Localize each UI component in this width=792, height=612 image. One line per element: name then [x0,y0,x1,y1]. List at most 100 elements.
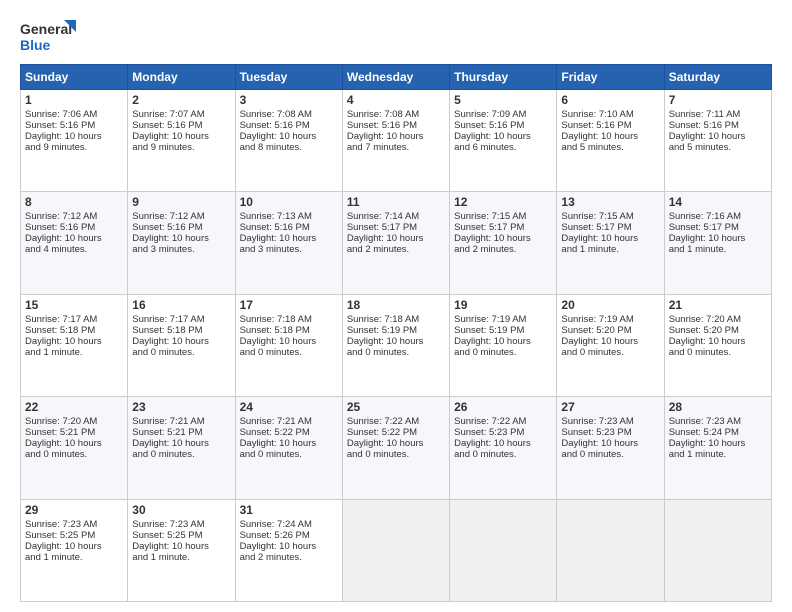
day-info-line: and 1 minute. [132,552,230,563]
day-info-line: Sunset: 5:19 PM [454,325,552,336]
calendar-cell: 1Sunrise: 7:06 AMSunset: 5:16 PMDaylight… [21,90,128,192]
day-info-line: and 9 minutes. [25,142,123,153]
day-info-line: and 4 minutes. [25,244,123,255]
day-info-line: and 3 minutes. [132,244,230,255]
day-info-line: Sunset: 5:16 PM [454,120,552,131]
day-info-line: and 5 minutes. [669,142,767,153]
day-info-line: Daylight: 10 hours [454,438,552,449]
calendar-header-row: SundayMondayTuesdayWednesdayThursdayFrid… [21,65,772,90]
day-info-line: Sunset: 5:23 PM [561,427,659,438]
day-number: 8 [25,195,123,209]
day-info-line: and 0 minutes. [25,449,123,460]
day-info-line: Sunrise: 7:18 AM [240,314,338,325]
day-number: 24 [240,400,338,414]
day-header-monday: Monday [128,65,235,90]
day-info-line: and 8 minutes. [240,142,338,153]
day-info-line: Sunset: 5:23 PM [454,427,552,438]
day-header-tuesday: Tuesday [235,65,342,90]
day-info-line: Sunset: 5:16 PM [347,120,445,131]
day-info-line: Sunrise: 7:22 AM [454,416,552,427]
day-info-line: Sunrise: 7:12 AM [25,211,123,222]
day-info-line: and 0 minutes. [669,347,767,358]
calendar-cell: 22Sunrise: 7:20 AMSunset: 5:21 PMDayligh… [21,397,128,499]
calendar-table: SundayMondayTuesdayWednesdayThursdayFrid… [20,64,772,602]
day-number: 17 [240,298,338,312]
day-info-line: Sunset: 5:16 PM [132,222,230,233]
day-info-line: Sunrise: 7:09 AM [454,109,552,120]
day-info-line: Sunrise: 7:16 AM [669,211,767,222]
calendar-cell: 8Sunrise: 7:12 AMSunset: 5:16 PMDaylight… [21,192,128,294]
day-number: 9 [132,195,230,209]
day-header-saturday: Saturday [664,65,771,90]
calendar-week-1: 1Sunrise: 7:06 AMSunset: 5:16 PMDaylight… [21,90,772,192]
day-info-line: Daylight: 10 hours [132,438,230,449]
day-info-line: Sunrise: 7:19 AM [561,314,659,325]
day-info-line: and 1 minute. [561,244,659,255]
page: GeneralBlue SundayMondayTuesdayWednesday… [0,0,792,612]
day-number: 2 [132,93,230,107]
calendar-cell [342,499,449,601]
calendar-week-2: 8 Sunrise: 7:12 AM Sunset: 5:16 PM Daylight… [21,192,772,294]
day-info-line: and 2 minutes. [240,552,338,563]
day-info-line: Daylight: 10 hours [454,131,552,142]
day-info-line: and 1 minute. [669,244,767,255]
day-info-line: Sunrise: 7:15 AM [561,211,659,222]
day-number: 25 [347,400,445,414]
day-number: 21 [669,298,767,312]
day-info-line: Sunset: 5:22 PM [240,427,338,438]
day-number: 5 [454,93,552,107]
day-info-line: Sunset: 5:21 PM [132,427,230,438]
day-info-line: Sunrise: 7:07 AM [132,109,230,120]
calendar-cell: 30Sunrise: 7:23 AMSunset: 5:25 PMDayligh… [128,499,235,601]
calendar-cell: 18Sunrise: 7:18 AMSunset: 5:19 PMDayligh… [342,294,449,396]
calendar-cell: 16Sunrise: 7:17 AMSunset: 5:18 PMDayligh… [128,294,235,396]
calendar-cell: 27Sunrise: 7:23 AMSunset: 5:23 PMDayligh… [557,397,664,499]
day-info-line: Sunset: 5:18 PM [132,325,230,336]
day-info-line: Sunrise: 7:08 AM [240,109,338,120]
day-info-line: and 0 minutes. [240,449,338,460]
day-info-line: Sunrise: 7:21 AM [240,416,338,427]
day-number: 19 [454,298,552,312]
calendar-cell: 3Sunrise: 7:08 AMSunset: 5:16 PMDaylight… [235,90,342,192]
day-info-line: and 2 minutes. [347,244,445,255]
day-number: 26 [454,400,552,414]
day-number: 3 [240,93,338,107]
day-info-line: Sunrise: 7:23 AM [669,416,767,427]
day-info-line: Sunrise: 7:23 AM [25,519,123,530]
day-info-line: Sunrise: 7:23 AM [132,519,230,530]
day-info-line: Sunset: 5:16 PM [240,222,338,233]
calendar-cell: 13Sunrise: 7:15 AMSunset: 5:17 PMDayligh… [557,192,664,294]
calendar-cell: 12Sunrise: 7:15 AMSunset: 5:17 PMDayligh… [450,192,557,294]
calendar-cell: 7Sunrise: 7:11 AMSunset: 5:16 PMDaylight… [664,90,771,192]
day-info-line: Sunset: 5:24 PM [669,427,767,438]
day-info-line: Daylight: 10 hours [132,131,230,142]
day-number: 11 [347,195,445,209]
day-info-line: Sunrise: 7:06 AM [25,109,123,120]
day-info-line: Sunrise: 7:15 AM [454,211,552,222]
day-info-line: and 9 minutes. [132,142,230,153]
day-info-line: Daylight: 10 hours [25,131,123,142]
calendar-week-4: 22Sunrise: 7:20 AMSunset: 5:21 PMDayligh… [21,397,772,499]
day-info-line: Sunset: 5:17 PM [347,222,445,233]
calendar-cell: 4Sunrise: 7:08 AMSunset: 5:16 PMDaylight… [342,90,449,192]
day-info-line: Daylight: 10 hours [25,541,123,552]
day-info-line: Sunset: 5:22 PM [347,427,445,438]
calendar-cell: 21Sunrise: 7:20 AMSunset: 5:20 PMDayligh… [664,294,771,396]
day-info-line: Sunset: 5:26 PM [240,530,338,541]
day-info-line: Sunrise: 7:10 AM [561,109,659,120]
day-info-line: Daylight: 10 hours [347,131,445,142]
day-info-line: Sunrise: 7:20 AM [669,314,767,325]
day-info-line: Daylight: 10 hours [561,336,659,347]
day-info-line: Sunset: 5:25 PM [132,530,230,541]
day-info-line: and 1 minute. [669,449,767,460]
day-info-line: Daylight: 10 hours [347,233,445,244]
calendar-cell: 19Sunrise: 7:19 AMSunset: 5:19 PMDayligh… [450,294,557,396]
day-info-line: Sunset: 5:20 PM [669,325,767,336]
day-info-line: and 6 minutes. [454,142,552,153]
day-info-line: Daylight: 10 hours [25,438,123,449]
calendar-cell: 10Sunrise: 7:13 AMSunset: 5:16 PMDayligh… [235,192,342,294]
header: GeneralBlue [20,18,772,56]
day-number: 27 [561,400,659,414]
day-number: 10 [240,195,338,209]
day-info-line: Sunset: 5:16 PM [25,120,123,131]
